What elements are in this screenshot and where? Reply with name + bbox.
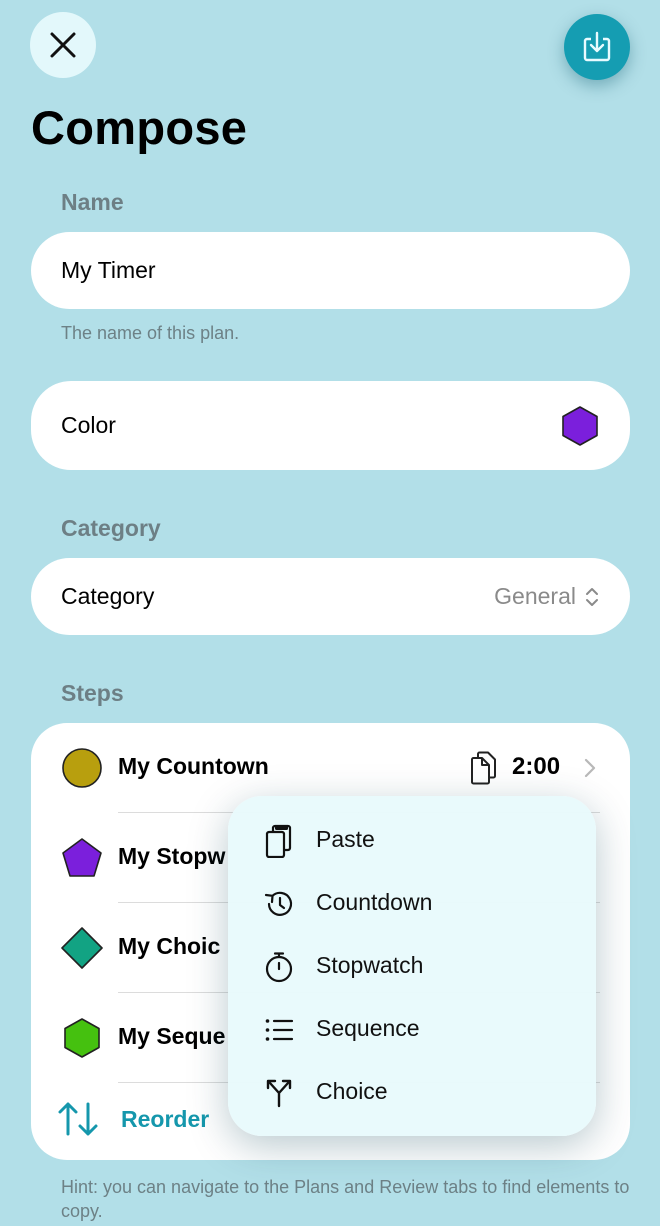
menu-item-countdown[interactable]: Countdown [228, 871, 596, 934]
diamond-icon [61, 927, 103, 969]
menu-item-sequence[interactable]: Sequence [228, 997, 596, 1060]
chevron-right-icon [584, 758, 596, 778]
reorder-arrows-icon [58, 1102, 98, 1136]
name-input-value: My Timer [61, 257, 156, 283]
copy-icon[interactable] [469, 751, 497, 785]
color-row[interactable]: Color [31, 381, 630, 470]
sequence-icon [265, 1019, 294, 1041]
save-button[interactable] [564, 14, 630, 80]
menu-item-label: Choice [316, 1078, 388, 1104]
category-label: Category [61, 583, 155, 609]
close-icon [50, 32, 76, 58]
menu-item-label: Paste [316, 826, 375, 852]
close-button[interactable] [30, 12, 96, 78]
step-label: My Seque [118, 1023, 226, 1049]
step-label: My Choic [118, 933, 221, 959]
menu-item-label: Stopwatch [316, 952, 424, 978]
step-duration: 2:00 [512, 753, 561, 780]
paste-icon [265, 824, 292, 858]
choice-icon [266, 1079, 292, 1108]
page-title: Compose [31, 101, 248, 154]
add-step-menu: Paste Countdown Stopwatch Sequence Choic… [228, 796, 596, 1136]
footer-hint: Hint: you can navigate to the Plans and … [61, 1177, 630, 1221]
name-hint: The name of this plan. [61, 323, 240, 343]
menu-item-label: Countdown [316, 889, 433, 915]
category-value: General [494, 583, 576, 609]
steps-section-label: Steps [61, 680, 124, 706]
category-picker[interactable]: Category General [31, 558, 630, 635]
download-icon [583, 31, 611, 62]
circle-icon [62, 748, 102, 788]
reorder-button[interactable]: Reorder [57, 1101, 209, 1137]
step-label: My Countown [118, 753, 269, 779]
menu-item-stopwatch[interactable]: Stopwatch [228, 934, 596, 997]
pentagon-icon [62, 838, 102, 877]
menu-item-choice[interactable]: Choice [228, 1060, 596, 1123]
name-input[interactable]: My Timer [31, 232, 630, 309]
category-section-label: Category [61, 515, 161, 541]
chevron-up-down-icon [586, 587, 598, 606]
stopwatch-icon [265, 952, 293, 983]
name-section-label: Name [61, 189, 124, 215]
color-label: Color [61, 412, 116, 438]
menu-item-label: Sequence [316, 1015, 420, 1041]
color-swatch-hexagon-icon[interactable] [560, 405, 600, 447]
reorder-label: Reorder [121, 1105, 210, 1132]
countdown-icon [264, 891, 293, 916]
hexagon-icon [64, 1018, 100, 1058]
step-label: My Stopw [118, 843, 226, 869]
menu-item-paste[interactable]: Paste [228, 808, 596, 871]
